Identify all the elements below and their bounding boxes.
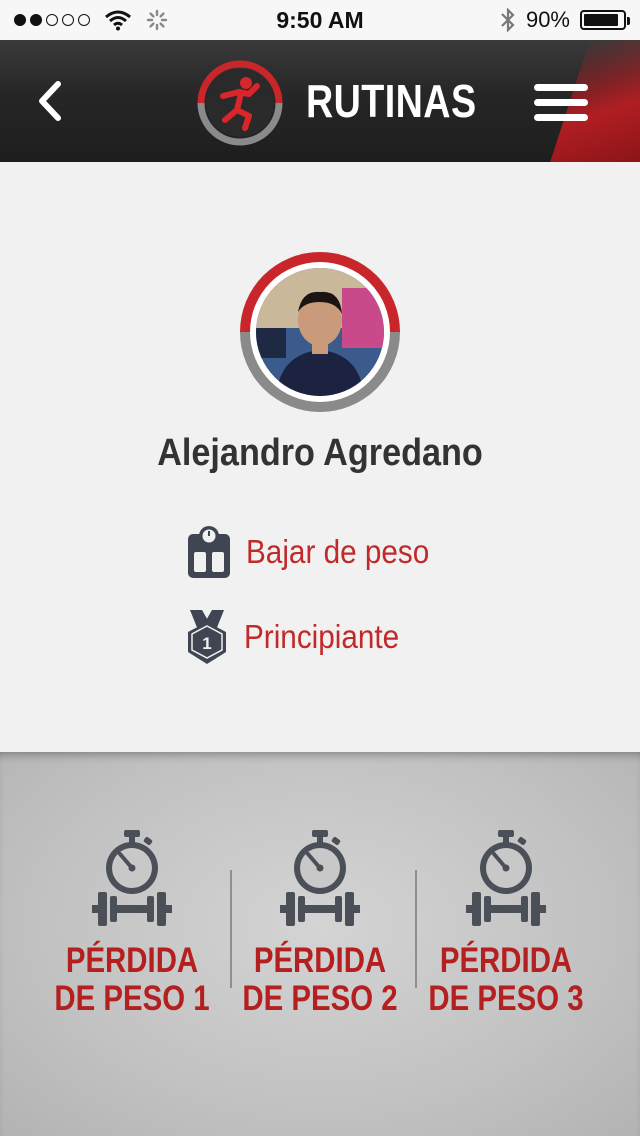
avatar-inner (250, 262, 390, 402)
routine-card-1[interactable]: PÉRDIDA DE PESO 1 (32, 830, 232, 1018)
signal-dot (62, 14, 74, 26)
battery-fill (584, 14, 619, 26)
stopwatch-dumbbell-icon (466, 830, 546, 926)
stopwatch-dumbbell-icon (92, 830, 172, 926)
level-badge-number: 1 (202, 634, 211, 653)
page-title: RUTINAS (306, 75, 477, 127)
hamburger-menu-icon (534, 114, 588, 121)
signal-dot (30, 14, 42, 26)
avatar-ring (240, 252, 400, 412)
level-row: 1 Principiante (184, 608, 416, 666)
signal-dot (78, 14, 90, 26)
bluetooth-icon (501, 8, 515, 32)
battery-icon (580, 10, 630, 30)
hamburger-menu-icon (534, 84, 588, 91)
routines-section: PÉRDIDA DE PESO 1 PÉRDIDA DE PESO 2 PÉRD… (0, 752, 640, 1136)
status-left (14, 9, 168, 31)
routine-label: PÉRDIDA DE PESO 1 (54, 941, 210, 1018)
scale-icon (188, 526, 230, 578)
back-button[interactable] (28, 76, 72, 126)
stopwatch-dumbbell-icon (280, 830, 360, 926)
app-header: RUTINAS (0, 40, 640, 162)
routine-card-3[interactable]: PÉRDIDA DE PESO 3 (406, 830, 606, 1018)
running-man-logo-icon (197, 60, 283, 146)
goal-label: Bajar de peso (246, 533, 430, 570)
routine-label: PÉRDIDA DE PESO 2 (242, 941, 398, 1018)
level-label: Principiante (244, 618, 400, 655)
signal-strength (14, 14, 90, 26)
goal-row: Bajar de peso (186, 524, 450, 580)
loading-spinner-icon (146, 9, 168, 31)
medal-icon: 1 (188, 610, 226, 664)
battery-percent: 90% (525, 7, 570, 32)
avatar-photo (256, 268, 384, 396)
chevron-left-icon (39, 81, 61, 121)
status-right: 90% (500, 7, 630, 33)
menu-button[interactable] (534, 84, 588, 122)
hamburger-menu-icon (534, 99, 588, 106)
user-name: Alejandro Agredano (157, 432, 483, 474)
profile-section: Alejandro Agredano Bajar de peso 1 Princ… (0, 162, 640, 752)
avatar[interactable] (240, 252, 400, 412)
routine-label: PÉRDIDA DE PESO 3 (428, 941, 584, 1018)
routine-card-2[interactable]: PÉRDIDA DE PESO 2 (220, 830, 420, 1018)
status-bar: 9:50 AM 90% (0, 0, 640, 40)
signal-dot (14, 14, 26, 26)
wifi-icon (105, 10, 131, 31)
signal-dot (46, 14, 58, 26)
